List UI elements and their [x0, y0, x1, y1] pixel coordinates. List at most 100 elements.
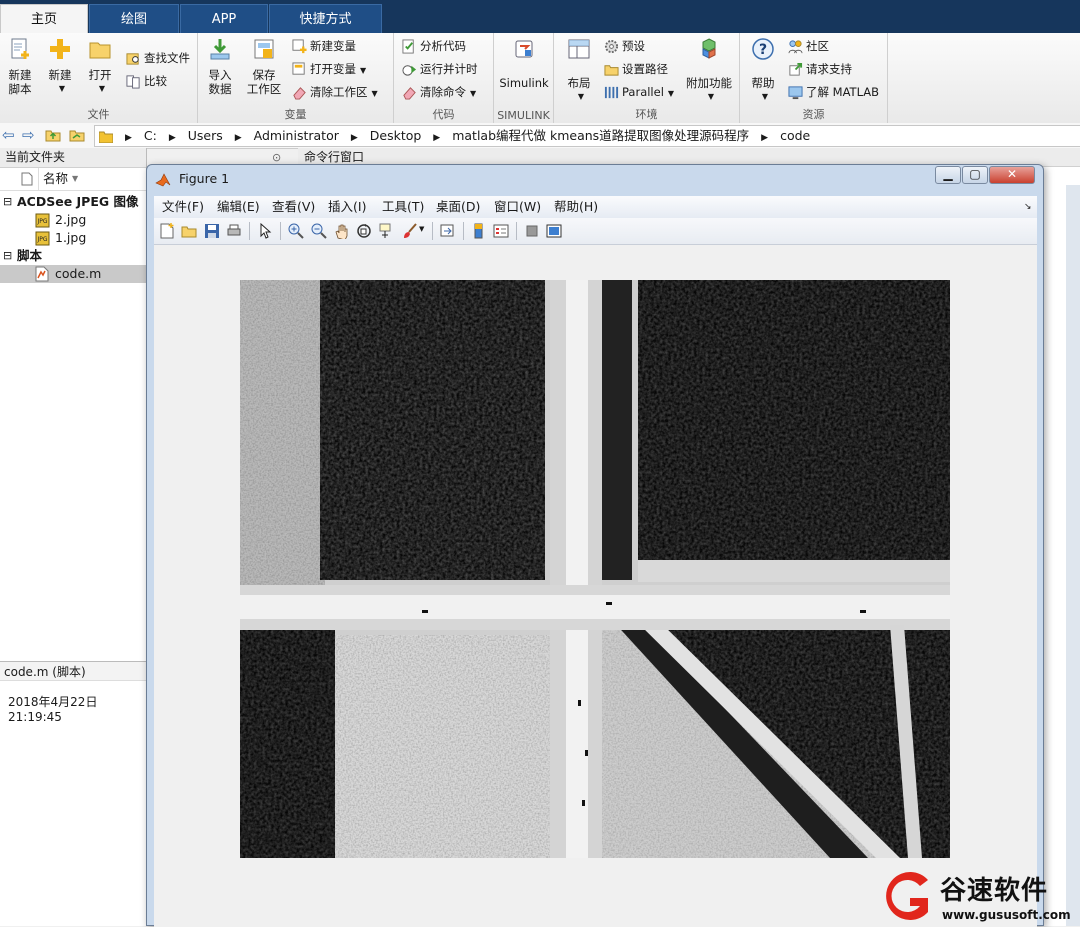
brush-icon[interactable] [402, 223, 418, 239]
colorbar-icon[interactable] [471, 223, 487, 239]
clear-commands-button[interactable]: 清除命令 ▼ [402, 82, 476, 102]
maximize-button[interactable]: ▢ [962, 166, 988, 184]
group-jpeg[interactable]: ⊟ ACDSee JPEG 图像 [0, 193, 146, 211]
legend-icon[interactable] [493, 223, 509, 239]
collapse-icon[interactable]: ⊟ [3, 247, 12, 265]
compare-button[interactable]: 比较 [126, 71, 167, 91]
import-data-button[interactable]: 导入 数据 [203, 37, 237, 96]
new-figure-icon[interactable] [159, 223, 175, 239]
breadcrumb-item[interactable]: Desktop [370, 128, 422, 143]
compare-label: 比较 [144, 74, 167, 88]
addons-button[interactable]: 附加功能 ▼ [684, 37, 734, 104]
menu-file[interactable]: 文件(F) [162, 196, 204, 218]
set-path-label: 设置路径 [622, 62, 668, 76]
learn-matlab-label: 了解 MATLAB [806, 85, 880, 99]
new-variable-button[interactable]: 新建变量 [292, 36, 356, 56]
group-scripts[interactable]: ⊟ 脚本 [0, 247, 146, 265]
save-workspace-button[interactable]: 保存 工作区 [244, 37, 284, 96]
back-arrow-icon[interactable]: ⇦ [2, 126, 15, 144]
breadcrumb-item[interactable]: C: [144, 128, 157, 143]
find-files-label: 查找文件 [144, 51, 190, 65]
tab-plots[interactable]: 绘图 [89, 4, 179, 33]
menu-desktop[interactable]: 桌面(D) [436, 196, 480, 218]
set-path-button[interactable]: 设置路径 [604, 59, 668, 79]
run-and-time-button[interactable]: 运行并计时 [402, 59, 478, 79]
group-label: 脚本 [17, 248, 43, 263]
addons-label: 附加功能 [686, 76, 732, 90]
collapse-icon[interactable]: ⊟ [3, 193, 12, 211]
community-icon [788, 40, 803, 54]
resources-group-title: 资源 [802, 108, 825, 121]
column-name[interactable]: 名称 [38, 168, 68, 190]
breadcrumb-item[interactable]: code [780, 128, 810, 143]
breadcrumb-item[interactable]: matlab编程代做 kmeans道路提取图像处理源码程序 [452, 128, 749, 143]
resources-group: ? 帮助 ▼ 社区 请求支持 了解 MATLAB 资源 [740, 33, 888, 123]
open-file-icon[interactable] [181, 223, 197, 239]
path-field[interactable]: ▶ C: ▶ Users ▶ Administrator ▶ Desktop ▶… [94, 125, 1080, 147]
preferences-button[interactable]: 预设 [604, 36, 645, 56]
sort-arrow-icon[interactable]: ▼ [72, 168, 78, 190]
chevron-down-icon[interactable]: ▼ [419, 225, 424, 233]
request-support-button[interactable]: 请求支持 [788, 59, 852, 79]
open-button[interactable]: 打开 ▼ [83, 37, 117, 96]
clear-workspace-button[interactable]: 清除工作区 ▼ [292, 82, 378, 102]
list-item[interactable]: JPG 1.jpg [0, 229, 146, 247]
scrollbar[interactable] [1066, 185, 1080, 926]
simulink-button[interactable]: Simulink [499, 37, 549, 90]
help-button[interactable]: ? 帮助 ▼ [746, 37, 780, 104]
new-label: 新建 [48, 68, 72, 82]
chevron-down-icon: ▼ [98, 84, 106, 93]
analyze-code-button[interactable]: 分析代码 [402, 36, 466, 56]
community-button[interactable]: 社区 [788, 36, 829, 56]
file-name: code.m [55, 266, 102, 281]
data-cursor-icon[interactable] [379, 223, 395, 239]
panel-menu-icon[interactable]: ⊙ [272, 151, 281, 164]
zoom-out-icon[interactable] [311, 223, 327, 239]
figure-canvas[interactable] [154, 245, 1037, 927]
menu-insert[interactable]: 插入(I) [328, 196, 366, 218]
environment-group-title: 环境 [635, 108, 658, 121]
tab-home[interactable]: 主页 [0, 4, 88, 34]
menu-help[interactable]: 帮助(H) [554, 196, 598, 218]
breadcrumb-item[interactable]: Users [188, 128, 223, 143]
minimize-button[interactable]: ▁ [935, 166, 961, 184]
tab-apps[interactable]: APP [180, 4, 268, 33]
list-item[interactable]: JPG 2.jpg [0, 211, 146, 229]
forward-arrow-icon[interactable]: ⇨ [22, 126, 35, 144]
chevron-down-icon: ▼ [577, 92, 585, 101]
menu-edit[interactable]: 编辑(E) [217, 196, 260, 218]
menu-view[interactable]: 查看(V) [272, 196, 315, 218]
code-group: 分析代码 运行并计时 清除命令 ▼ 代码 [394, 33, 494, 123]
svg-text:?: ? [759, 42, 767, 58]
menu-window[interactable]: 窗口(W) [494, 196, 541, 218]
variable-group-title: 变量 [284, 108, 307, 121]
breadcrumb-item[interactable]: Administrator [254, 128, 339, 143]
open-variable-button[interactable]: 打开变量 ▼ [292, 59, 366, 79]
list-item[interactable]: code.m [0, 265, 146, 283]
toolbar-separator [516, 222, 517, 240]
browse-folder-icon[interactable] [69, 128, 85, 142]
zoom-in-icon[interactable] [288, 223, 304, 239]
new-button[interactable]: 新建 ▼ [43, 37, 77, 96]
rotate-3d-icon[interactable] [356, 223, 372, 239]
find-files-button[interactable]: 查找文件 [126, 48, 190, 68]
show-plot-tools-icon[interactable] [546, 223, 562, 239]
up-folder-icon[interactable] [45, 128, 61, 142]
dock-arrow-icon[interactable]: ↘ [1024, 196, 1032, 218]
menu-tools[interactable]: 工具(T) [382, 196, 424, 218]
close-button[interactable]: ✕ [989, 166, 1035, 184]
print-icon[interactable] [226, 223, 242, 239]
pointer-icon[interactable] [257, 223, 273, 239]
parallel-button[interactable]: Parallel ▼ [604, 82, 674, 102]
pan-hand-icon[interactable] [334, 223, 350, 239]
new-script-button[interactable]: 新建 脚本 [3, 37, 37, 96]
layout-button[interactable]: 布局 ▼ [562, 37, 596, 104]
variable-group: 导入 数据 保存 工作区 新建变量 打开变量 ▼ 清除工作区 ▼ 变量 [198, 33, 394, 123]
hide-plot-tools-icon[interactable] [524, 223, 540, 239]
learn-matlab-button[interactable]: 了解 MATLAB [788, 82, 879, 102]
save-icon[interactable] [204, 223, 220, 239]
figure-titlebar[interactable]: Figure 1 [151, 167, 229, 191]
link-plot-icon[interactable] [440, 223, 456, 239]
tab-shortcuts[interactable]: 快捷方式 [269, 4, 382, 33]
simulink-group: Simulink SIMULINK [494, 33, 554, 123]
